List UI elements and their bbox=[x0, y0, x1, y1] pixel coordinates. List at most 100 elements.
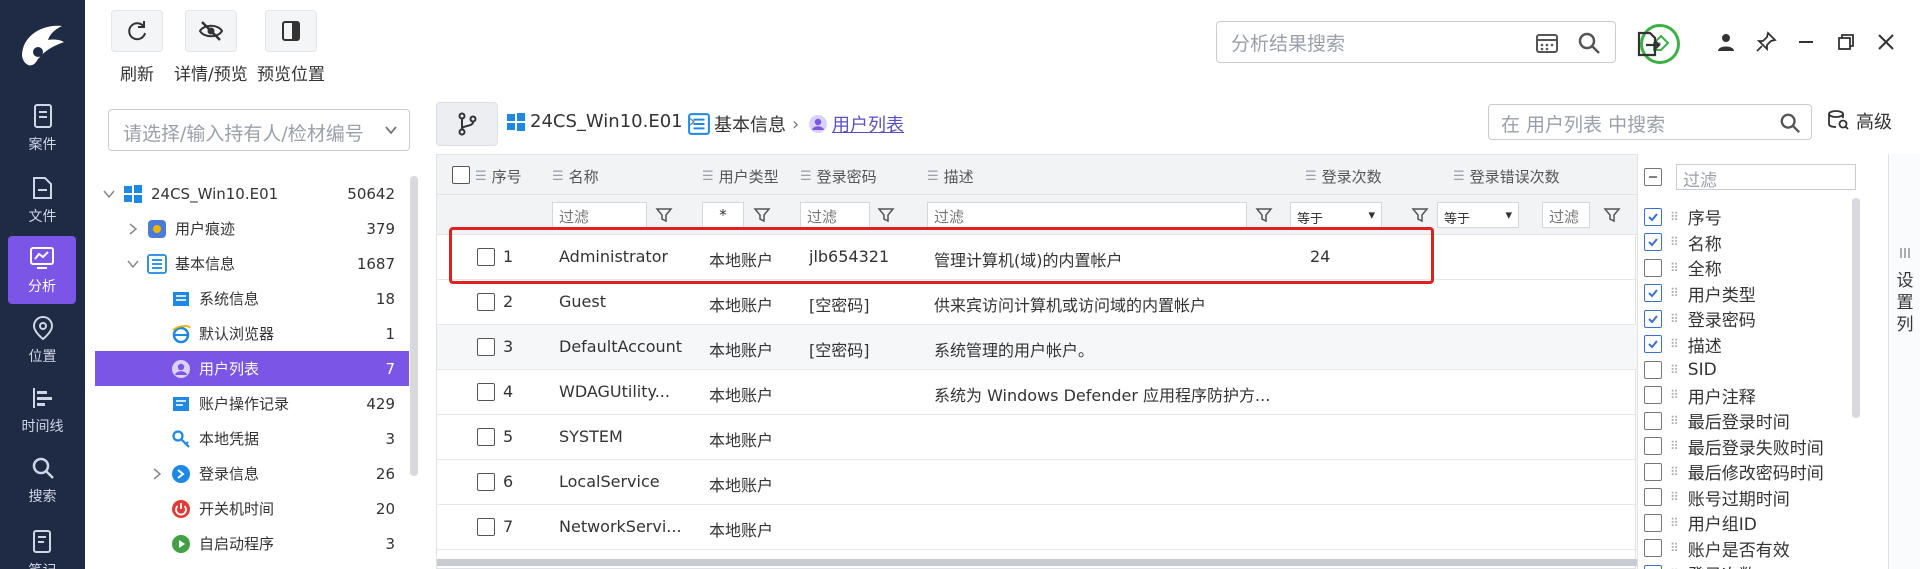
user-icon[interactable] bbox=[1714, 30, 1738, 54]
filter-login-count-operator[interactable]: 等于 ▾ bbox=[1290, 202, 1382, 228]
column-chooser-toggle-checkbox[interactable] bbox=[1644, 168, 1662, 186]
column-option[interactable]: ⠿ 用户组ID bbox=[1644, 510, 1757, 535]
tree-item-evidence[interactable]: 24CS_Win10.E01 50642 bbox=[95, 176, 409, 211]
search-icon[interactable] bbox=[1779, 112, 1801, 134]
checked-checkbox[interactable] bbox=[1644, 309, 1662, 328]
column-option[interactable]: ⠿ 描述 bbox=[1644, 332, 1722, 357]
drag-handle-icon[interactable]: ⠿ bbox=[1670, 337, 1679, 351]
restore-icon[interactable] bbox=[1834, 30, 1858, 54]
nav-search[interactable]: 搜索 bbox=[0, 446, 85, 514]
column-header-login-count[interactable]: ☰ 登录次数 bbox=[1305, 166, 1382, 187]
funnel-icon[interactable] bbox=[1411, 206, 1429, 224]
breadcrumb-user-list[interactable]: 用户列表 bbox=[808, 111, 904, 137]
drag-handle-icon[interactable]: ⠿ bbox=[1670, 388, 1679, 402]
column-filter-input[interactable]: 过滤 bbox=[1676, 164, 1856, 191]
nav-analysis[interactable]: 分析 bbox=[8, 236, 76, 304]
filter-description[interactable]: 过滤 bbox=[927, 202, 1247, 228]
column-option[interactable]: ⠿ 序号 bbox=[1644, 204, 1722, 229]
horizontal-scrollbar[interactable] bbox=[437, 559, 1637, 566]
column-option[interactable]: ⠿ 用户注释 bbox=[1644, 383, 1756, 408]
calendar-icon[interactable] bbox=[1535, 31, 1559, 55]
nav-timeline[interactable]: 时间线 bbox=[0, 376, 85, 444]
tree-scrollbar[interactable] bbox=[410, 176, 418, 476]
tree-item-account-ops[interactable]: 账户操作记录 429 bbox=[95, 386, 409, 421]
breadcrumb-basic-info[interactable]: 基本信息 › bbox=[688, 111, 799, 137]
tree-item-power-times[interactable]: 开关机时间 20 bbox=[95, 491, 409, 526]
breadcrumb-evidence[interactable]: 24CS_Win10.E01 › bbox=[506, 111, 696, 132]
unchecked-checkbox[interactable] bbox=[1644, 462, 1662, 481]
table-row[interactable]: 5 SYSTEM 本地账户 bbox=[437, 415, 1637, 460]
branch-button[interactable] bbox=[436, 102, 498, 146]
minimize-icon[interactable] bbox=[1794, 30, 1818, 54]
column-chooser-scrollbar[interactable] bbox=[1852, 198, 1860, 418]
row-checkbox[interactable] bbox=[477, 383, 495, 401]
tree-item-autostart[interactable]: 自启动程序 3 bbox=[95, 526, 409, 561]
unchecked-checkbox[interactable] bbox=[1644, 488, 1662, 506]
unchecked-checkbox[interactable] bbox=[1644, 513, 1662, 532]
column-option[interactable]: ⠿ 用户类型 bbox=[1644, 281, 1756, 306]
column-option[interactable]: ⠿ 最后登录失败时间 bbox=[1644, 434, 1824, 459]
drag-handle-icon[interactable]: ⠿ bbox=[1670, 516, 1679, 530]
close-icon[interactable] bbox=[1874, 30, 1898, 54]
nav-file[interactable]: 文件 bbox=[0, 166, 85, 234]
table-row[interactable]: 7 NetworkServi... 本地账户 bbox=[437, 505, 1637, 550]
checked-checkbox[interactable] bbox=[1644, 284, 1662, 302]
column-option[interactable]: ⠿ 最后修改密码时间 bbox=[1644, 459, 1824, 484]
filter-user-type[interactable]: * bbox=[702, 202, 744, 228]
funnel-icon[interactable] bbox=[1603, 206, 1621, 224]
column-header-password[interactable]: ☰ 登录密码 bbox=[800, 166, 877, 187]
column-option[interactable]: ⠿ 登录密码 bbox=[1644, 306, 1756, 331]
row-checkbox[interactable] bbox=[477, 473, 495, 491]
unchecked-checkbox[interactable] bbox=[1644, 411, 1662, 430]
nav-note[interactable]: 笔记 bbox=[0, 520, 85, 569]
row-checkbox[interactable] bbox=[477, 428, 495, 446]
checked-checkbox[interactable] bbox=[1644, 564, 1662, 569]
row-checkbox[interactable] bbox=[477, 518, 495, 536]
unchecked-checkbox[interactable] bbox=[1644, 539, 1662, 557]
table-row[interactable]: 3 DefaultAccount 本地账户 [空密码] 系统管理的用户帐户。 bbox=[437, 325, 1637, 370]
drag-handle-icon[interactable]: ⠿ bbox=[1670, 541, 1679, 555]
select-all-checkbox[interactable] bbox=[452, 166, 470, 184]
funnel-icon[interactable] bbox=[753, 206, 771, 224]
column-header-description[interactable]: ☰ 描述 bbox=[927, 166, 974, 187]
unchecked-checkbox[interactable] bbox=[1644, 386, 1662, 404]
checked-checkbox[interactable] bbox=[1644, 233, 1662, 251]
advanced-search-button[interactable]: 高级 bbox=[1826, 108, 1892, 134]
column-header-name[interactable]: ☰ 名称 bbox=[552, 166, 599, 187]
pin-icon[interactable] bbox=[1754, 30, 1778, 54]
column-header-user-type[interactable]: ☰ 用户类型 bbox=[702, 166, 779, 187]
tree-item-user-list[interactable]: 用户列表 7 bbox=[95, 351, 409, 386]
unchecked-checkbox[interactable] bbox=[1644, 437, 1662, 455]
filter-name[interactable]: 过滤 bbox=[552, 202, 647, 228]
column-settings-tab[interactable]: 设置列 bbox=[1888, 154, 1920, 569]
table-row[interactable]: 2 Guest 本地账户 [空密码] 供来宾访问计算机或访问域的内置帐户 bbox=[437, 280, 1637, 325]
row-checkbox[interactable] bbox=[477, 293, 495, 311]
column-option[interactable]: ⠿ 最后登录时间 bbox=[1644, 408, 1790, 433]
drag-handle-icon[interactable]: ⠿ bbox=[1670, 312, 1679, 326]
holder-select[interactable]: 请选择/输入持有人/检材编号 bbox=[108, 109, 410, 151]
column-option[interactable]: ⠿ 账号过期时间 bbox=[1644, 485, 1790, 510]
column-header-login-errors[interactable]: ☰ 登录错误次数 bbox=[1453, 166, 1560, 187]
tree-item-system-info[interactable]: 系统信息 18 bbox=[95, 281, 409, 316]
column-option[interactable]: ⠿ SID bbox=[1644, 357, 1717, 382]
nav-location[interactable]: 位置 bbox=[0, 306, 85, 374]
tree-item-default-browser[interactable]: 默认浏览器 1 bbox=[95, 316, 409, 351]
drag-handle-icon[interactable]: ⠿ bbox=[1670, 210, 1679, 224]
filter-login-errors[interactable]: 过滤 bbox=[1542, 202, 1590, 228]
nav-case[interactable]: 案件 bbox=[0, 94, 85, 162]
unchecked-checkbox[interactable] bbox=[1644, 258, 1662, 277]
detail-preview-button[interactable]: 详情/预览 bbox=[174, 10, 248, 85]
tree-item-user-traces[interactable]: 用户痕迹 379 bbox=[95, 211, 409, 246]
column-option[interactable]: ⠿ 名称 bbox=[1644, 230, 1722, 255]
drag-handle-icon[interactable]: ⠿ bbox=[1670, 235, 1679, 249]
filter-password[interactable]: 过滤 bbox=[800, 202, 870, 228]
export-icon[interactable] bbox=[1634, 30, 1662, 58]
refresh-button[interactable]: 刷新 bbox=[111, 10, 163, 85]
funnel-icon[interactable] bbox=[877, 206, 895, 224]
table-row[interactable]: 6 LocalService 本地账户 bbox=[437, 460, 1637, 505]
drag-handle-icon[interactable]: ⠿ bbox=[1670, 363, 1679, 377]
row-checkbox[interactable] bbox=[477, 338, 495, 356]
preview-position-button[interactable]: 预览位置 bbox=[257, 10, 325, 85]
drag-handle-icon[interactable]: ⠿ bbox=[1670, 490, 1679, 504]
funnel-icon[interactable] bbox=[1255, 206, 1273, 224]
